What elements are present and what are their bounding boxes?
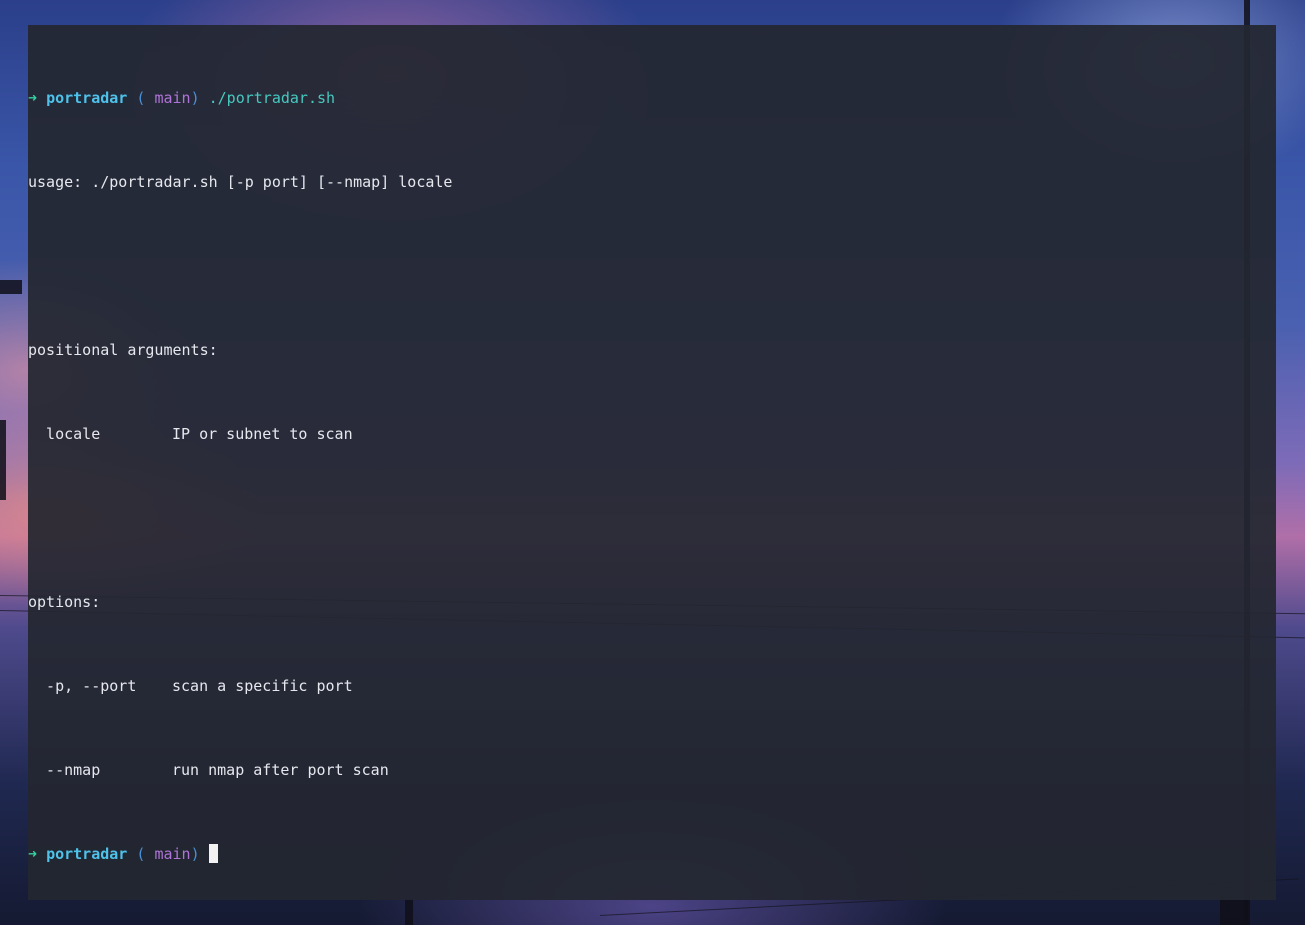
prompt-line-1: ➜ portradar ( main) ./portradar.sh xyxy=(28,88,1276,109)
arg-name: locale xyxy=(28,425,101,443)
options-header: options: xyxy=(28,593,101,611)
usage-line: usage: ./portradar.sh [-p port] [--nmap]… xyxy=(28,173,453,191)
prompt-arrow-icon: ➜ xyxy=(28,89,38,107)
git-branch-name: main xyxy=(154,89,191,107)
prompt-line-2[interactable]: ➜ portradar ( main) xyxy=(28,844,1276,865)
option-name: -p, --port xyxy=(28,677,137,695)
terminal-output: ➜ portradar ( main) ./portradar.sh usage… xyxy=(28,25,1276,907)
git-paren-close: ) xyxy=(190,845,200,863)
option-desc: scan a specific port xyxy=(172,677,353,695)
git-paren-open: ( xyxy=(136,89,146,107)
git-paren-close: ) xyxy=(190,89,200,107)
git-branch-name: main xyxy=(154,845,191,863)
git-paren-open: ( xyxy=(136,845,146,863)
option-name: --nmap xyxy=(28,761,101,779)
option-row: -p, --port scan a specific port xyxy=(28,676,1276,697)
text-cursor[interactable] xyxy=(208,844,218,863)
positional-header: positional arguments: xyxy=(28,341,218,359)
arg-desc: IP or subnet to scan xyxy=(172,425,353,443)
prompt-directory: portradar xyxy=(46,89,128,107)
command-text: ./portradar.sh xyxy=(208,89,336,107)
option-desc: run nmap after port scan xyxy=(172,761,389,779)
terminal-window[interactable]: ➜ portradar ( main) ./portradar.sh usage… xyxy=(28,25,1276,900)
prompt-arrow-icon: ➜ xyxy=(28,845,38,863)
option-row: --nmap run nmap after port scan xyxy=(28,760,1276,781)
positional-arg-row: locale IP or subnet to scan xyxy=(28,424,1276,445)
prompt-directory: portradar xyxy=(46,845,128,863)
